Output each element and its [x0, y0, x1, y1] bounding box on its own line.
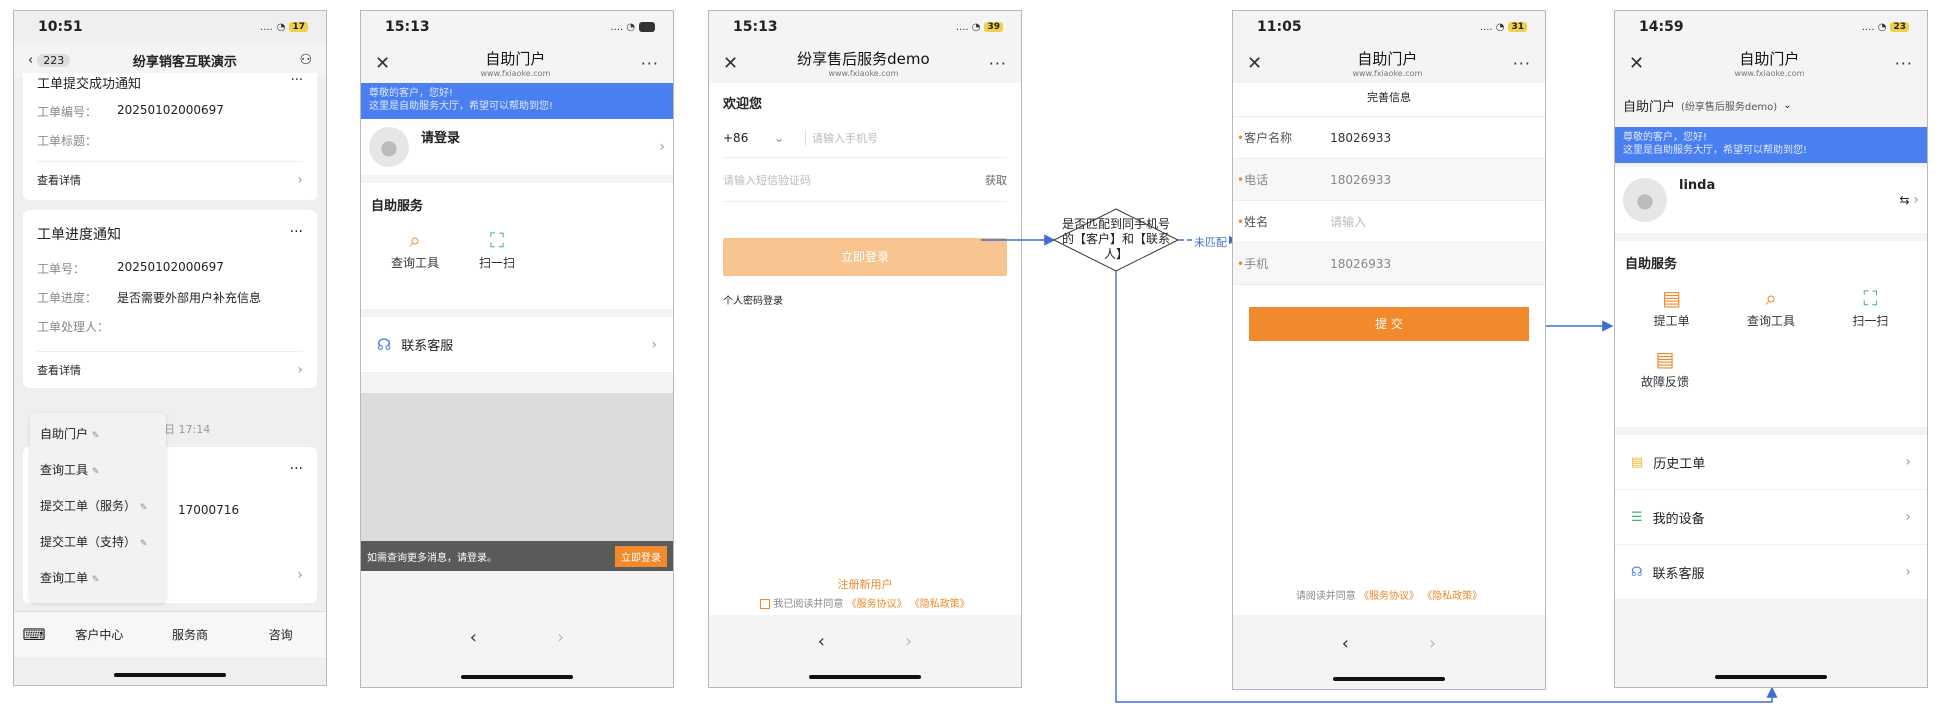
field-row: • 客户名称 18026933 [1233, 117, 1545, 159]
privacy-link[interactable]: 《隐私政策》 [1422, 591, 1482, 602]
field-row: • 姓名 请输入 [1233, 201, 1545, 243]
ticket-icon: ▤ [1662, 286, 1682, 310]
fault-report-tile[interactable]: ▤ 故障反馈 [1641, 347, 1689, 390]
field-input[interactable]: 18026933 [1330, 173, 1391, 187]
page-title: 自助门户 [1739, 50, 1800, 68]
phone-screen-4: 11:05 .... ◔ 31 ✕ 自助门户 www.fxiaoke.com ···… [1232, 10, 1546, 690]
user-name: linda [1679, 178, 1716, 193]
status-bar: 11:05 .... ◔ 31 [1233, 11, 1545, 43]
home-indicator [1333, 677, 1445, 681]
home-indicator [1715, 675, 1827, 679]
chevron-right-icon: › [1913, 192, 1919, 208]
welcome-banner: 尊敬的客户，您好! 这里是自助服务大厅，希望可以帮助到您! [1615, 127, 1927, 163]
chevron-right-icon: › [1905, 509, 1911, 525]
wifi-icon: .... ◔ [1861, 21, 1887, 33]
submit-ticket-tile[interactable]: ▤ 提工单 [1654, 286, 1690, 329]
contact-service-row[interactable]: ☊ 联系客服 › [1615, 545, 1927, 600]
no-match-label: 未匹配 [1192, 234, 1229, 250]
portal-switcher[interactable]: 自助门户 (纷享售后服务demo) ⌄ [1615, 83, 1927, 127]
more-icon[interactable]: ··· [1895, 54, 1913, 73]
report-icon: ▤ [1655, 347, 1675, 371]
battery-icon: 31 [1508, 22, 1527, 32]
query-tool-tile[interactable]: ⌕ 查询工具 [1747, 286, 1795, 329]
phone-screen-5: 14:59 .... ◔ 23 ✕ 自助门户 www.fxiaoke.com ···… [1614, 10, 1928, 688]
history-icon: ▤ [1631, 454, 1644, 470]
switch-icon[interactable]: ⇆ [1900, 193, 1910, 207]
wifi-icon: .... ◔ [1479, 21, 1505, 33]
chevron-right-icon: › [1905, 454, 1911, 470]
page-title: 自助门户 [1357, 50, 1418, 68]
more-icon[interactable]: ··· [1513, 54, 1531, 73]
device-icon: ☰ [1631, 509, 1643, 525]
decision-text: 是否匹配到同手机号的【客户】和【联系人】 [1061, 217, 1170, 261]
history-tickets-row[interactable]: ▤ 历史工单 › [1615, 435, 1927, 490]
self-service-section: 自助服务 ▤ 提工单 ⌕ 查询工具 ⛶ 扫一扫 ▤ 故障反馈 [1615, 241, 1927, 427]
close-icon[interactable]: ✕ [1247, 53, 1262, 74]
field-input[interactable]: 18026933 [1330, 131, 1391, 145]
search-icon: ⌕ [1765, 286, 1777, 310]
service-agreement-link[interactable]: 《服务协议》 [1359, 591, 1419, 602]
field-row: • 手机 18026933 [1233, 243, 1545, 285]
browser-nav: ‹ › [1233, 623, 1545, 663]
battery-icon: 23 [1890, 22, 1909, 32]
scan-tile[interactable]: ⛶ 扫一扫 [1852, 286, 1888, 329]
close-icon[interactable]: ✕ [1629, 53, 1644, 74]
scan-icon: ⛶ [1863, 286, 1878, 310]
field-input[interactable]: 请输入 [1330, 213, 1366, 230]
form-header: 完善信息 [1233, 83, 1545, 117]
my-devices-row[interactable]: ☰ 我的设备 › [1615, 490, 1927, 545]
avatar: ● [1623, 178, 1667, 222]
field-row: • 电话 18026933 [1233, 159, 1545, 201]
chevron-right-icon: › [1905, 564, 1911, 580]
forward-arrow-icon[interactable]: › [1429, 633, 1436, 654]
nav-bar: ✕ 自助门户 www.fxiaoke.com ··· [1615, 43, 1927, 83]
field-input[interactable]: 18026933 [1330, 257, 1391, 271]
user-row[interactable]: ● linda ⇆ › [1615, 167, 1927, 233]
submit-button[interactable]: 提 交 [1249, 307, 1529, 341]
status-bar: 14:59 .... ◔ 23 [1615, 11, 1927, 43]
agreement-row: 请阅读并同意 《服务协议》 《隐私政策》 [1295, 591, 1483, 602]
headset-icon: ☊ [1631, 564, 1643, 580]
back-arrow-icon[interactable]: ‹ [1342, 633, 1349, 654]
nav-bar: ✕ 自助门户 www.fxiaoke.com ··· [1233, 43, 1545, 83]
chevron-down-icon: ⌄ [1783, 99, 1792, 111]
